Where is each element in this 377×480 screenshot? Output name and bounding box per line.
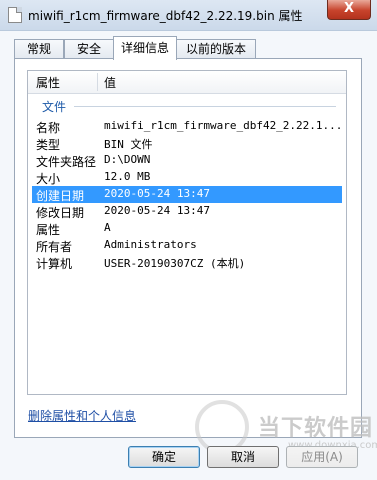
property-value: miwifi_r1cm_firmware_dbf42_2.22.1... xyxy=(104,119,343,132)
property-name: 名称 xyxy=(36,121,61,135)
title-bar: miwifi_r1cm_firmware_dbf42_2.22.19.bin 属… xyxy=(0,0,377,31)
tab-previous-versions[interactable]: 以前的版本 xyxy=(176,39,256,59)
property-name: 修改日期 xyxy=(36,206,85,220)
property-name: 计算机 xyxy=(36,257,73,271)
table-row[interactable]: 修改日期 2020-05-24 13:47 xyxy=(32,203,342,220)
property-name: 创建日期 xyxy=(36,189,85,203)
property-name: 属性 xyxy=(36,223,61,237)
column-value[interactable]: 值 xyxy=(104,74,116,91)
property-value: BIN 文件 xyxy=(104,138,153,151)
tab-details[interactable]: 详细信息 xyxy=(113,36,177,60)
property-value: D:\DOWN xyxy=(104,153,151,166)
table-row[interactable]: 文件夹路径 D:\DOWN xyxy=(32,152,342,169)
table-row[interactable]: 计算机 USER-20190307CZ (本机) xyxy=(32,254,342,271)
remove-properties-link[interactable]: 删除属性和个人信息 xyxy=(28,407,136,424)
property-name: 类型 xyxy=(36,138,61,152)
tab-general[interactable]: 常规 xyxy=(14,39,64,59)
column-property[interactable]: 属性 xyxy=(36,74,60,91)
property-name: 文件夹路径 xyxy=(36,155,97,169)
property-list[interactable]: 属性 值 文件 名称 miwifi_r1cm_firmware_dbf42_2.… xyxy=(27,70,347,395)
file-icon xyxy=(8,7,22,23)
property-value: USER-20190307CZ (本机) xyxy=(104,257,246,270)
cancel-button[interactable]: 取消 xyxy=(207,446,279,468)
table-row[interactable]: 所有者 Administrators xyxy=(32,237,342,254)
property-name: 所有者 xyxy=(36,240,73,254)
list-header: 属性 值 xyxy=(28,71,346,94)
property-name: 大小 xyxy=(36,172,61,186)
group-divider xyxy=(74,106,336,107)
tab-security[interactable]: 安全 xyxy=(64,39,114,59)
close-button[interactable]: X xyxy=(327,0,371,20)
window-title: miwifi_r1cm_firmware_dbf42_2.22.19.bin 属… xyxy=(28,9,303,23)
group-label-file: 文件 xyxy=(42,100,67,114)
column-divider[interactable] xyxy=(97,73,98,91)
table-row[interactable]: 属性 A xyxy=(32,220,342,237)
table-row[interactable]: 类型 BIN 文件 xyxy=(32,135,342,152)
apply-button[interactable]: 应用(A) xyxy=(286,446,358,468)
table-row-selected[interactable]: 创建日期 2020-05-24 13:47 xyxy=(32,186,342,203)
property-value: Administrators xyxy=(104,238,197,251)
property-value: 2020-05-24 13:47 xyxy=(104,187,210,200)
property-value: A xyxy=(104,221,111,234)
property-value: 12.0 MB xyxy=(104,170,151,183)
table-row[interactable]: 名称 miwifi_r1cm_firmware_dbf42_2.22.1... xyxy=(32,118,342,135)
table-row[interactable]: 大小 12.0 MB xyxy=(32,169,342,186)
ok-button[interactable]: 确定 xyxy=(128,446,200,468)
property-value: 2020-05-24 13:47 xyxy=(104,204,210,217)
watermark-text: 当下软件园 xyxy=(258,416,374,441)
